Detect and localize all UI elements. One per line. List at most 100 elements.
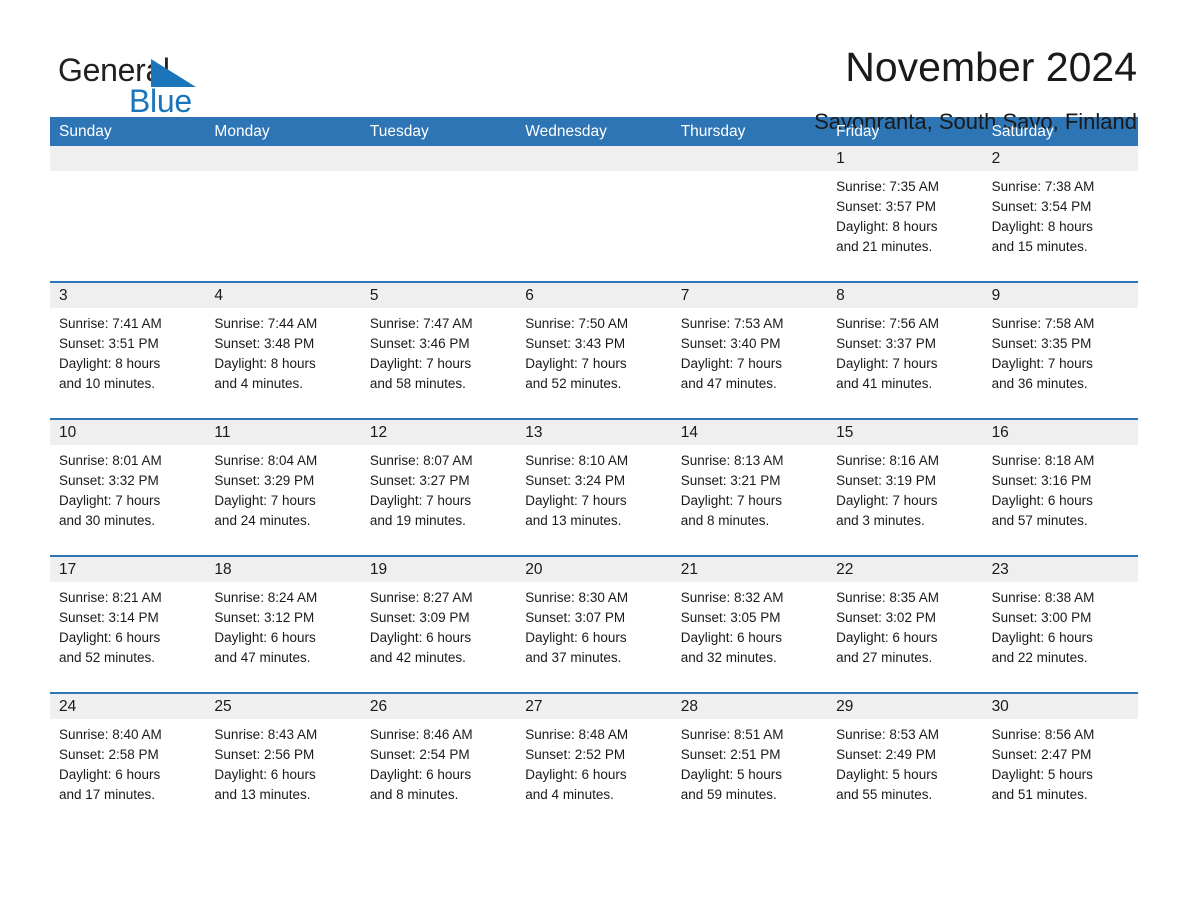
sunrise-text: Sunrise: 8:04 AM <box>214 453 318 468</box>
day-cell-9[interactable]: Sunrise: 7:58 AM Sunset: 3:35 PM Daylight:… <box>983 308 1138 418</box>
day-number-16[interactable]: 16 <box>983 420 1138 445</box>
day-number-21[interactable]: 21 <box>672 557 827 582</box>
day-number-12[interactable]: 12 <box>361 420 516 445</box>
sunrise-text: Sunrise: 8:16 AM <box>836 453 939 468</box>
day-number-17[interactable]: 17 <box>50 557 205 582</box>
day-detail-row: Sunrise: 8:40 AM Sunset: 2:58 PM Daylight:… <box>50 719 1138 829</box>
day-cell-15[interactable]: Sunrise: 8:16 AM Sunset: 3:19 PM Daylight:… <box>827 445 982 555</box>
day-number-25[interactable]: 25 <box>205 694 360 719</box>
day-number-11[interactable]: 11 <box>205 420 360 445</box>
day-number-20[interactable]: 20 <box>516 557 671 582</box>
weekday-header-wednesday: Wednesday <box>525 123 607 140</box>
day-cell-5[interactable]: Sunrise: 7:47 AM Sunset: 3:46 PM Daylight:… <box>361 308 516 418</box>
day-cell-25[interactable]: Sunrise: 8:43 AM Sunset: 2:56 PM Daylight:… <box>205 719 360 829</box>
sunset-text: Sunset: 3:48 PM <box>214 336 315 351</box>
sunrise-text: Sunrise: 8:38 AM <box>991 590 1095 605</box>
day-cell-11[interactable]: Sunrise: 8:04 AM Sunset: 3:29 PM Daylight:… <box>205 445 360 555</box>
daylight-text-3: and 47 minutes. <box>680 376 777 391</box>
day-cell-1[interactable]: Sunrise: 7:35 AM Sunset: 3:57 PM Daylight:… <box>827 171 982 281</box>
day-number-22[interactable]: 22 <box>827 557 982 582</box>
calendar-page: General Blue November 2024 Savonranta, S… <box>0 0 1188 918</box>
day-cell-30[interactable]: Sunrise: 8:56 AM Sunset: 2:47 PM Daylight:… <box>983 719 1138 829</box>
sunset-text: Sunset: 2:52 PM <box>525 747 626 762</box>
sunrise-text: Sunrise: 7:56 AM <box>836 316 939 331</box>
day-number-18[interactable]: 18 <box>205 557 360 582</box>
day-number-23[interactable]: 23 <box>983 557 1138 582</box>
sunrise-text: Sunrise: 7:53 AM <box>680 316 784 331</box>
day-cell-24[interactable]: Sunrise: 8:40 AM Sunset: 2:58 PM Daylight:… <box>50 719 205 829</box>
daylight-text-2: Daylight: 8 hours <box>59 356 161 371</box>
day-cell-26[interactable]: Sunrise: 8:46 AM Sunset: 2:54 PM Daylight:… <box>361 719 516 829</box>
daylight-text-3: and 36 minutes. <box>991 376 1088 391</box>
day-number-28[interactable]: 28 <box>672 694 827 719</box>
day-cell-6[interactable]: Sunrise: 7:50 AM Sunset: 3:43 PM Daylight:… <box>516 308 671 418</box>
daylight-text-2: Daylight: 8 hours <box>214 356 316 371</box>
sunrise-text: Sunrise: 8:40 AM <box>59 727 162 742</box>
day-cell-8[interactable]: Sunrise: 7:56 AM Sunset: 3:37 PM Daylight:… <box>827 308 982 418</box>
daylight-text-3: and 21 minutes. <box>836 239 933 254</box>
day-cell-19[interactable]: Sunrise: 8:27 AM Sunset: 3:09 PM Daylight:… <box>361 582 516 692</box>
day-cell-18[interactable]: Sunrise: 8:24 AM Sunset: 3:12 PM Daylight:… <box>205 582 360 692</box>
day-number-8[interactable]: 8 <box>827 283 982 308</box>
day-cell-4[interactable]: Sunrise: 7:44 AM Sunset: 3:48 PM Daylight:… <box>205 308 360 418</box>
sunset-text: Sunset: 2:56 PM <box>214 747 315 762</box>
daylight-text-3: and 4 minutes. <box>214 376 303 391</box>
day-number-7[interactable]: 7 <box>672 283 827 308</box>
day-cell-3[interactable]: Sunrise: 7:41 AM Sunset: 3:51 PM Daylight:… <box>50 308 205 418</box>
calendar-week-row: 10 11 12 13 14 15 16 Sunrise: 8:01 AM Sunset: 3:… <box>50 418 1138 555</box>
daylight-text-3: and 3 minutes. <box>836 513 925 528</box>
sunset-text: Sunset: 2:47 PM <box>991 747 1092 762</box>
day-number-27[interactable]: 27 <box>516 694 671 719</box>
sunrise-text: Sunrise: 8:30 AM <box>525 590 629 605</box>
day-number-13[interactable]: 13 <box>516 420 671 445</box>
day-number-15[interactable]: 15 <box>827 420 982 445</box>
daylight-text-3: and 8 minutes. <box>680 513 770 528</box>
day-cell-13[interactable]: Sunrise: 8:10 AM Sunset: 3:24 PM Daylight:… <box>516 445 671 555</box>
daylight-text-2: Daylight: 6 hours <box>680 630 783 645</box>
day-number-3[interactable]: 3 <box>50 283 205 308</box>
day-number-14[interactable]: 14 <box>672 420 827 445</box>
day-cell-7[interactable]: Sunrise: 7:53 AM Sunset: 3:40 PM Daylight:… <box>672 308 827 418</box>
day-number-1[interactable]: 1 <box>827 146 982 171</box>
day-cell-21[interactable]: Sunrise: 8:32 AM Sunset: 3:05 PM Daylight:… <box>672 582 827 692</box>
sunset-text: Sunset: 3:16 PM <box>991 473 1092 488</box>
day-number-30[interactable]: 30 <box>983 694 1138 719</box>
day-number-4[interactable]: 4 <box>205 283 360 308</box>
day-detail-row: Sunrise: 8:01 AM Sunset: 3:32 PM Daylight:… <box>50 445 1138 555</box>
sunset-text: Sunset: 3:43 PM <box>525 336 626 351</box>
day-number-10[interactable]: 10 <box>50 420 205 445</box>
calendar-week-row: 1 2 Sunrise: 7:35 AM Sunset: 3:57 PM Dayligh… <box>50 146 1138 281</box>
day-cell-14[interactable]: Sunrise: 8:13 AM Sunset: 3:21 PM Daylight:… <box>672 445 827 555</box>
day-cell-10[interactable]: Sunrise: 8:01 AM Sunset: 3:32 PM Daylight:… <box>50 445 205 555</box>
day-number-9[interactable]: 9 <box>983 283 1138 308</box>
day-number-2[interactable]: 2 <box>983 146 1138 171</box>
day-cell-17[interactable]: Sunrise: 8:21 AM Sunset: 3:14 PM Daylight:… <box>50 582 205 692</box>
day-detail-row: Sunrise: 8:21 AM Sunset: 3:14 PM Daylight:… <box>50 582 1138 692</box>
daylight-text-3: and 32 minutes. <box>680 650 777 665</box>
day-number-29[interactable]: 29 <box>827 694 982 719</box>
day-cell-16[interactable]: Sunrise: 8:18 AM Sunset: 3:16 PM Daylight:… <box>983 445 1138 555</box>
day-number-19[interactable]: 19 <box>361 557 516 582</box>
day-cell-29[interactable]: Sunrise: 8:53 AM Sunset: 2:49 PM Daylight:… <box>827 719 982 829</box>
day-number-6[interactable]: 6 <box>516 283 671 308</box>
day-cell-22[interactable]: Sunrise: 8:35 AM Sunset: 3:02 PM Daylight:… <box>827 582 982 692</box>
day-cell-12[interactable]: Sunrise: 8:07 AM Sunset: 3:27 PM Daylight:… <box>361 445 516 555</box>
sunset-text: Sunset: 3:51 PM <box>59 336 159 351</box>
sunrise-text: Sunrise: 8:48 AM <box>525 727 629 742</box>
day-cell-23[interactable]: Sunrise: 8:38 AM Sunset: 3:00 PM Daylight:… <box>983 582 1138 692</box>
page-title: November 2024 <box>845 44 1137 90</box>
daylight-text-3: and 51 minutes. <box>991 787 1088 802</box>
sunrise-text: Sunrise: 8:32 AM <box>680 590 784 605</box>
day-number-26[interactable]: 26 <box>361 694 516 719</box>
sunset-text: Sunset: 3:24 PM <box>525 473 626 488</box>
day-cell-27[interactable]: Sunrise: 8:48 AM Sunset: 2:52 PM Daylight:… <box>516 719 671 829</box>
day-number-5[interactable]: 5 <box>361 283 516 308</box>
general-blue-logo[interactable]: General Blue <box>50 44 250 120</box>
daylight-text-3: and 24 minutes. <box>214 513 311 528</box>
day-cell-28[interactable]: Sunrise: 8:51 AM Sunset: 2:51 PM Daylight:… <box>672 719 827 829</box>
day-cell-20[interactable]: Sunrise: 8:30 AM Sunset: 3:07 PM Daylight:… <box>516 582 671 692</box>
sunset-text: Sunset: 3:29 PM <box>214 473 315 488</box>
day-cell-2[interactable]: Sunrise: 7:38 AM Sunset: 3:54 PM Daylight:… <box>983 171 1138 281</box>
day-number-24[interactable]: 24 <box>50 694 205 719</box>
sunrise-text: Sunrise: 7:41 AM <box>59 316 162 331</box>
